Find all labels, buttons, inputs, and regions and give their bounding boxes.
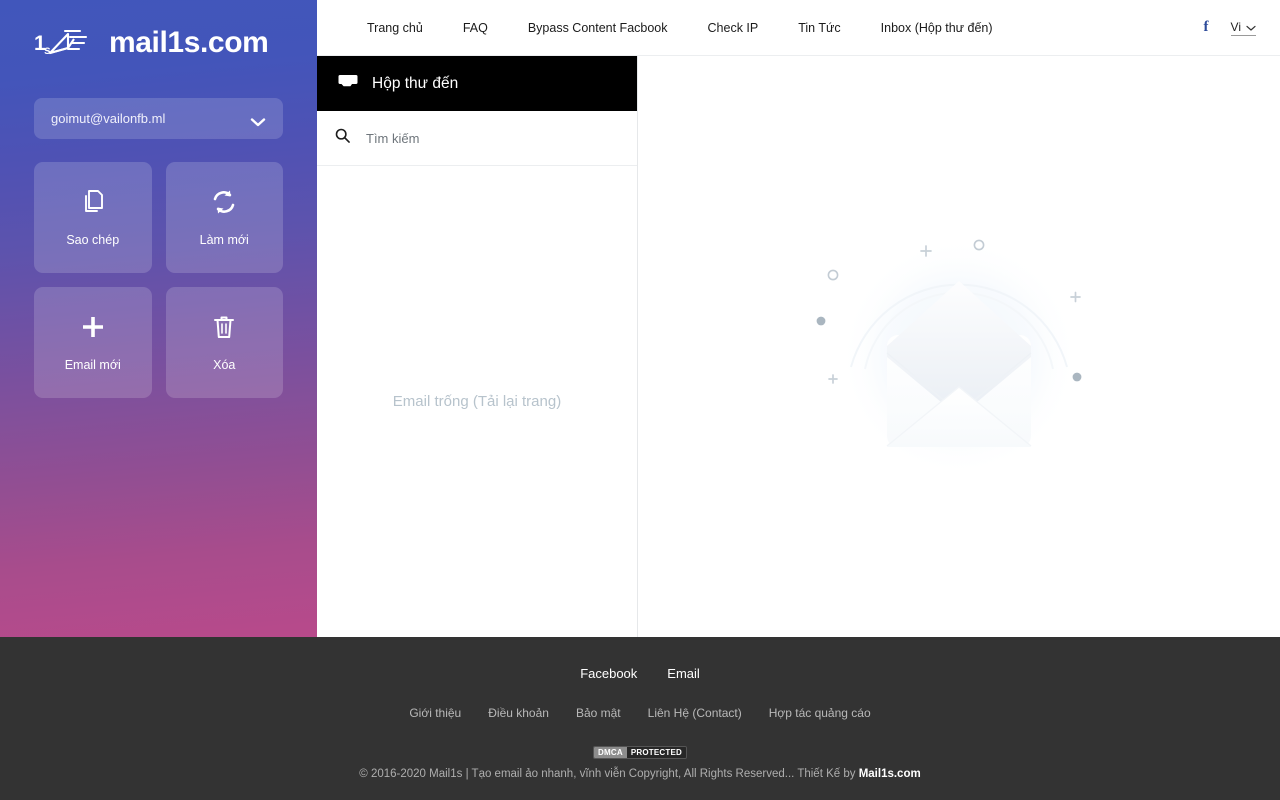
inbox-tray-icon xyxy=(337,72,359,95)
delete-button-label: Xóa xyxy=(213,357,236,372)
inbox-panel: Hộp thư đến Tìm kiếm Email trống (Tải lạ… xyxy=(317,56,638,637)
nav-item-news[interactable]: Tin Tức xyxy=(778,21,860,35)
delete-button[interactable]: Xóa xyxy=(165,287,283,398)
footer-link-facebook[interactable]: Facebook xyxy=(580,666,637,681)
new-email-button-label: Email mới xyxy=(64,357,121,372)
dmca-badge[interactable]: DMCA PROTECTED xyxy=(593,746,687,759)
footer-social-links: Facebook Email xyxy=(580,666,700,681)
nav-item-faq[interactable]: FAQ xyxy=(443,21,508,35)
nav-right-group: f Vi xyxy=(1204,19,1280,36)
refresh-button-label: Làm mới xyxy=(199,232,249,247)
brand-logo[interactable]: 1 s mail1s.com xyxy=(34,0,283,72)
copy-button[interactable]: Sao chép xyxy=(34,162,152,273)
footer-link-advertising[interactable]: Hợp tác quảng cáo xyxy=(769,706,871,720)
brand-logo-text: mail1s.com xyxy=(109,26,269,59)
facebook-f-icon[interactable]: f xyxy=(1204,19,1209,36)
nav-item-check-ip[interactable]: Check IP xyxy=(688,21,779,35)
footer-nav-links: Giới thiệu Điều khoản Bảo mật Liên Hệ (C… xyxy=(409,706,870,720)
site-footer: Facebook Email Giới thiệu Điều khoản Bảo… xyxy=(0,637,1280,800)
top-navigation: Trang chủ FAQ Bypass Content Facbook Che… xyxy=(317,0,1280,56)
action-tiles: Sao chép Làm mới Email mới Xóa xyxy=(34,162,283,398)
refresh-icon xyxy=(211,189,237,216)
account-selector[interactable]: goimut@vailonfb.ml xyxy=(34,98,283,139)
footer-link-about[interactable]: Giới thiệu xyxy=(409,706,461,720)
footer-link-email[interactable]: Email xyxy=(667,666,700,681)
language-selector-value: Vi xyxy=(1230,19,1241,34)
chevron-down-icon xyxy=(250,114,266,126)
inbox-empty-message: Email trống (Tải lại trang) xyxy=(392,393,562,410)
footer-copyright-brand[interactable]: Mail1s.com xyxy=(859,768,921,780)
svg-text:s: s xyxy=(44,43,51,57)
search-row[interactable]: Tìm kiếm xyxy=(317,111,637,166)
main-content-panel xyxy=(638,56,1280,637)
empty-envelope-illustration xyxy=(809,217,1109,477)
nav-item-bypass-content-facebook[interactable]: Bypass Content Facbook xyxy=(508,21,688,35)
dmca-badge-right: PROTECTED xyxy=(626,747,686,758)
footer-link-terms[interactable]: Điều khoản xyxy=(488,706,549,720)
plus-icon xyxy=(80,314,106,341)
inbox-header-title: Hộp thư đến xyxy=(372,74,459,92)
page-root: 1 s mail1s.com goimut@vailonfb.ml Sao ch… xyxy=(0,0,1280,800)
language-selector[interactable]: Vi xyxy=(1230,19,1256,36)
copy-button-label: Sao chép xyxy=(66,232,120,247)
nav-items: Trang chủ FAQ Bypass Content Facbook Che… xyxy=(317,21,1013,35)
chevron-down-icon xyxy=(1246,20,1256,34)
new-email-button[interactable]: Email mới xyxy=(34,287,152,398)
footer-copyright-text: © 2016-2020 Mail1s | Tạo email ảo nhanh,… xyxy=(359,768,859,780)
search-icon xyxy=(335,128,350,148)
nav-item-inbox[interactable]: Inbox (Hộp thư đến) xyxy=(861,21,1013,35)
dmca-badge-left: DMCA xyxy=(594,747,627,758)
inbox-list: Email trống (Tải lại trang) xyxy=(317,166,637,637)
trash-icon xyxy=(212,314,236,341)
search-input[interactable]: Tìm kiếm xyxy=(366,131,419,146)
copy-icon xyxy=(81,189,105,216)
footer-link-contact[interactable]: Liên Hệ (Contact) xyxy=(648,706,742,720)
mail-speed-logo-icon: 1 s xyxy=(34,23,96,63)
footer-copyright: © 2016-2020 Mail1s | Tạo email ảo nhanh,… xyxy=(359,768,920,780)
account-email: goimut@vailonfb.ml xyxy=(51,111,166,126)
sidebar: 1 s mail1s.com goimut@vailonfb.ml Sao ch… xyxy=(0,0,317,637)
nav-item-home[interactable]: Trang chủ xyxy=(347,21,443,35)
inbox-header: Hộp thư đến xyxy=(317,56,637,111)
refresh-button[interactable]: Làm mới xyxy=(165,162,283,273)
footer-link-privacy[interactable]: Bảo mật xyxy=(576,706,621,720)
